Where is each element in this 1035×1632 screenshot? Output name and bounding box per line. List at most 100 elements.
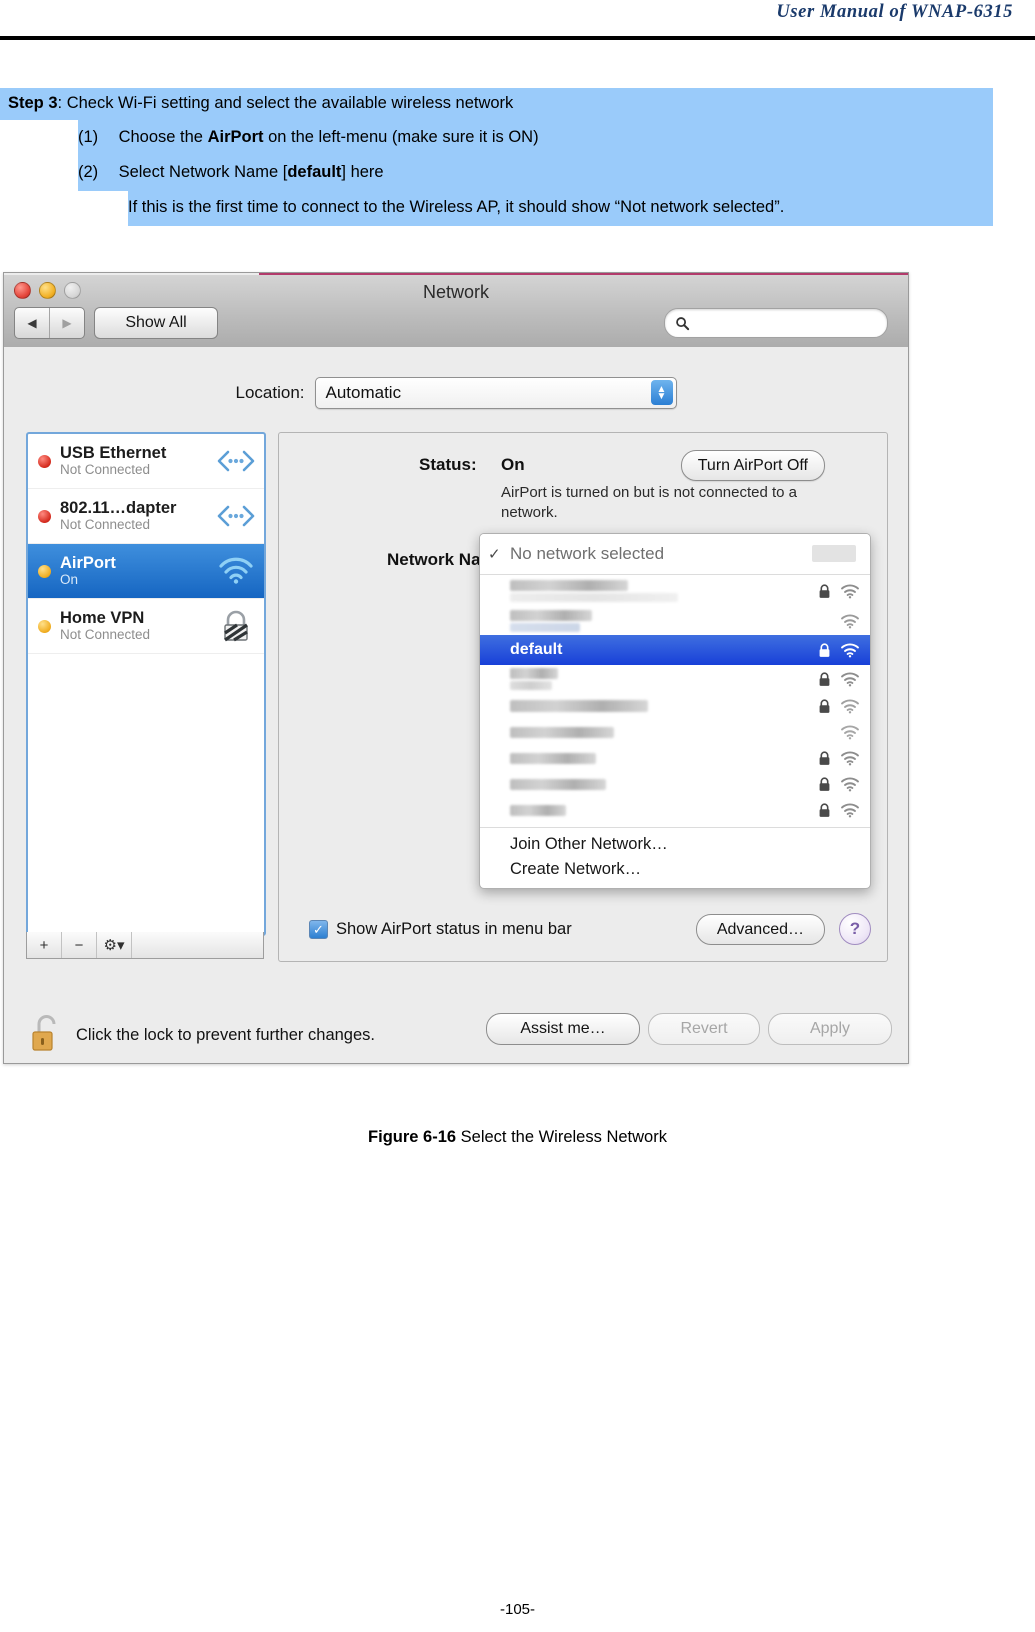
menu-item-icons xyxy=(818,797,860,823)
step-item-1: (1) Choose the AirPort on the left-menu … xyxy=(78,119,993,156)
status-description: AirPort is turned on but is not connecte… xyxy=(501,484,798,522)
menu-item-network-5[interactable] xyxy=(480,693,870,719)
sidebar-item-status: Not Connected xyxy=(60,517,151,533)
status-dot-icon xyxy=(38,619,51,633)
window-titlebar[interactable]: Network ◀ ▶ Show All xyxy=(4,275,908,348)
step-instructions: Step 3: Check Wi-Fi setting and select t… xyxy=(0,88,993,226)
show-airport-status-checkbox[interactable]: ✓ xyxy=(309,920,328,939)
sidebar-item-status: On xyxy=(60,572,79,588)
menu-separator xyxy=(480,827,870,828)
menu-item-network-1[interactable] xyxy=(480,575,870,607)
navigation-buttons: ◀ ▶ xyxy=(14,307,85,339)
menu-item-network-2[interactable] xyxy=(480,607,870,635)
menu-item-icons xyxy=(818,635,860,665)
sidebar-item-airport[interactable]: AirPort On xyxy=(28,544,264,599)
show-airport-status-row[interactable]: ✓ Show AirPort status in menu bar xyxy=(309,920,572,939)
lock-icon xyxy=(819,583,830,598)
help-button[interactable]: ? xyxy=(839,913,871,945)
menu-header-swatch xyxy=(812,545,856,562)
redacted-network-name xyxy=(510,668,558,679)
wifi-icon xyxy=(841,803,859,817)
redacted-network-name-2 xyxy=(510,593,678,602)
lock-icon xyxy=(216,609,256,643)
menu-item-create-network[interactable]: Create Network… xyxy=(480,857,870,888)
menu-item-icons xyxy=(840,719,860,745)
sidebar-item-usb-ethernet[interactable]: USB Ethernet Not Connected xyxy=(28,434,264,489)
sidebar-item-status: Not Connected xyxy=(60,627,151,643)
show-airport-status-label: Show AirPort status in menu bar xyxy=(336,920,572,938)
menu-item-label: No network selected xyxy=(510,544,665,563)
redacted-network-name-2 xyxy=(510,623,580,632)
step-heading: Step 3: Check Wi-Fi setting and select t… xyxy=(0,88,993,120)
network-services-list[interactable]: USB Ethernet Not Connected 802.11…dapter… xyxy=(26,432,266,936)
ethernet-icon xyxy=(216,499,256,533)
lock-icon xyxy=(819,642,830,657)
menu-item-network-9[interactable] xyxy=(480,797,870,823)
redacted-network-name xyxy=(510,726,614,738)
menu-item-icons xyxy=(818,575,860,607)
status-dot-icon xyxy=(38,564,51,578)
forward-button[interactable]: ▶ xyxy=(49,308,84,338)
redacted-network-name-2 xyxy=(510,681,552,690)
page-number: -105- xyxy=(499,1601,536,1618)
redacted-network-name xyxy=(510,804,566,816)
location-select[interactable]: Automatic ▲ ▼ xyxy=(314,377,677,409)
wifi-icon xyxy=(841,777,859,791)
add-service-button[interactable]: + xyxy=(27,932,62,958)
wifi-icon xyxy=(216,554,256,588)
step-item-2-pre: Select Network Name [ xyxy=(114,163,288,182)
ethernet-icon xyxy=(216,444,256,478)
menu-item-network-8[interactable] xyxy=(480,771,870,797)
figure-caption-label: Figure 6-16 xyxy=(368,1128,457,1146)
step-item-1-pre: Choose the xyxy=(114,127,208,146)
redacted-network-name xyxy=(510,778,606,790)
menu-item-network-6[interactable] xyxy=(480,719,870,745)
menu-item-icons xyxy=(818,745,860,771)
menu-item-network-7[interactable] xyxy=(480,745,870,771)
lock-icon xyxy=(819,698,830,713)
wifi-icon xyxy=(841,725,859,739)
network-name-popup-menu[interactable]: ✓ No network selected default Join Other… xyxy=(479,533,871,889)
status-label: Status: xyxy=(419,455,477,474)
services-toolbar: + − ⚙▾ xyxy=(26,932,264,959)
redacted-network-name xyxy=(510,580,628,591)
manual-title: User Manual of WNAP-6315 xyxy=(776,2,1013,22)
wifi-icon xyxy=(841,584,859,598)
window-content: Location: Automatic ▲ ▼ USB Ethernet Not … xyxy=(4,347,908,1063)
location-label: Location: xyxy=(235,383,305,402)
back-button[interactable]: ◀ xyxy=(15,308,49,338)
menu-item-no-network-selected[interactable]: ✓ No network selected xyxy=(480,534,870,575)
menu-item-join-other-network[interactable]: Join Other Network… xyxy=(480,832,870,857)
remove-service-button[interactable]: − xyxy=(62,932,97,958)
location-selected-value: Automatic xyxy=(325,383,402,402)
sidebar-item-80211-adapter[interactable]: 802.11…dapter Not Connected xyxy=(28,489,264,544)
gear-icon[interactable]: ⚙▾ xyxy=(97,932,132,958)
step-label: Step 3 xyxy=(8,94,58,112)
checkmark-icon: ✓ xyxy=(488,546,501,563)
menu-item-icons xyxy=(840,607,860,635)
advanced-button[interactable]: Advanced… xyxy=(695,914,825,945)
window-title: Network xyxy=(422,282,489,302)
sidebar-item-home-vpn[interactable]: Home VPN Not Connected xyxy=(28,599,264,654)
unlocked-padlock-icon[interactable] xyxy=(30,1013,64,1058)
step-item-2-bold: default xyxy=(287,163,342,182)
wifi-icon xyxy=(841,643,859,657)
show-all-button[interactable]: Show All xyxy=(94,307,218,339)
assist-me-button[interactable]: Assist me… xyxy=(486,1013,640,1045)
step-item-1-number: (1) xyxy=(78,127,99,146)
chevron-updown-icon: ▲ ▼ xyxy=(650,380,673,405)
step-item-2-post: ] here xyxy=(341,163,384,182)
lock-row[interactable]: Click the lock to prevent further change… xyxy=(30,1013,375,1058)
redacted-network-name xyxy=(510,610,592,621)
search-field[interactable] xyxy=(664,308,888,338)
lock-icon xyxy=(819,802,830,817)
step-title: : Check Wi-Fi setting and select the ava… xyxy=(57,94,514,112)
lock-label: Click the lock to prevent further change… xyxy=(76,1026,375,1044)
turn-airport-off-button[interactable]: Turn AirPort Off xyxy=(680,450,825,481)
menu-item-network-4[interactable] xyxy=(480,665,870,693)
network-preferences-window: Network ◀ ▶ Show All Location: Automatic… xyxy=(3,272,909,1064)
menu-item-network-default[interactable]: default xyxy=(480,635,870,665)
step-item-1-bold: AirPort xyxy=(207,127,264,146)
status-dot-icon xyxy=(38,509,51,523)
redacted-network-name xyxy=(510,700,648,712)
